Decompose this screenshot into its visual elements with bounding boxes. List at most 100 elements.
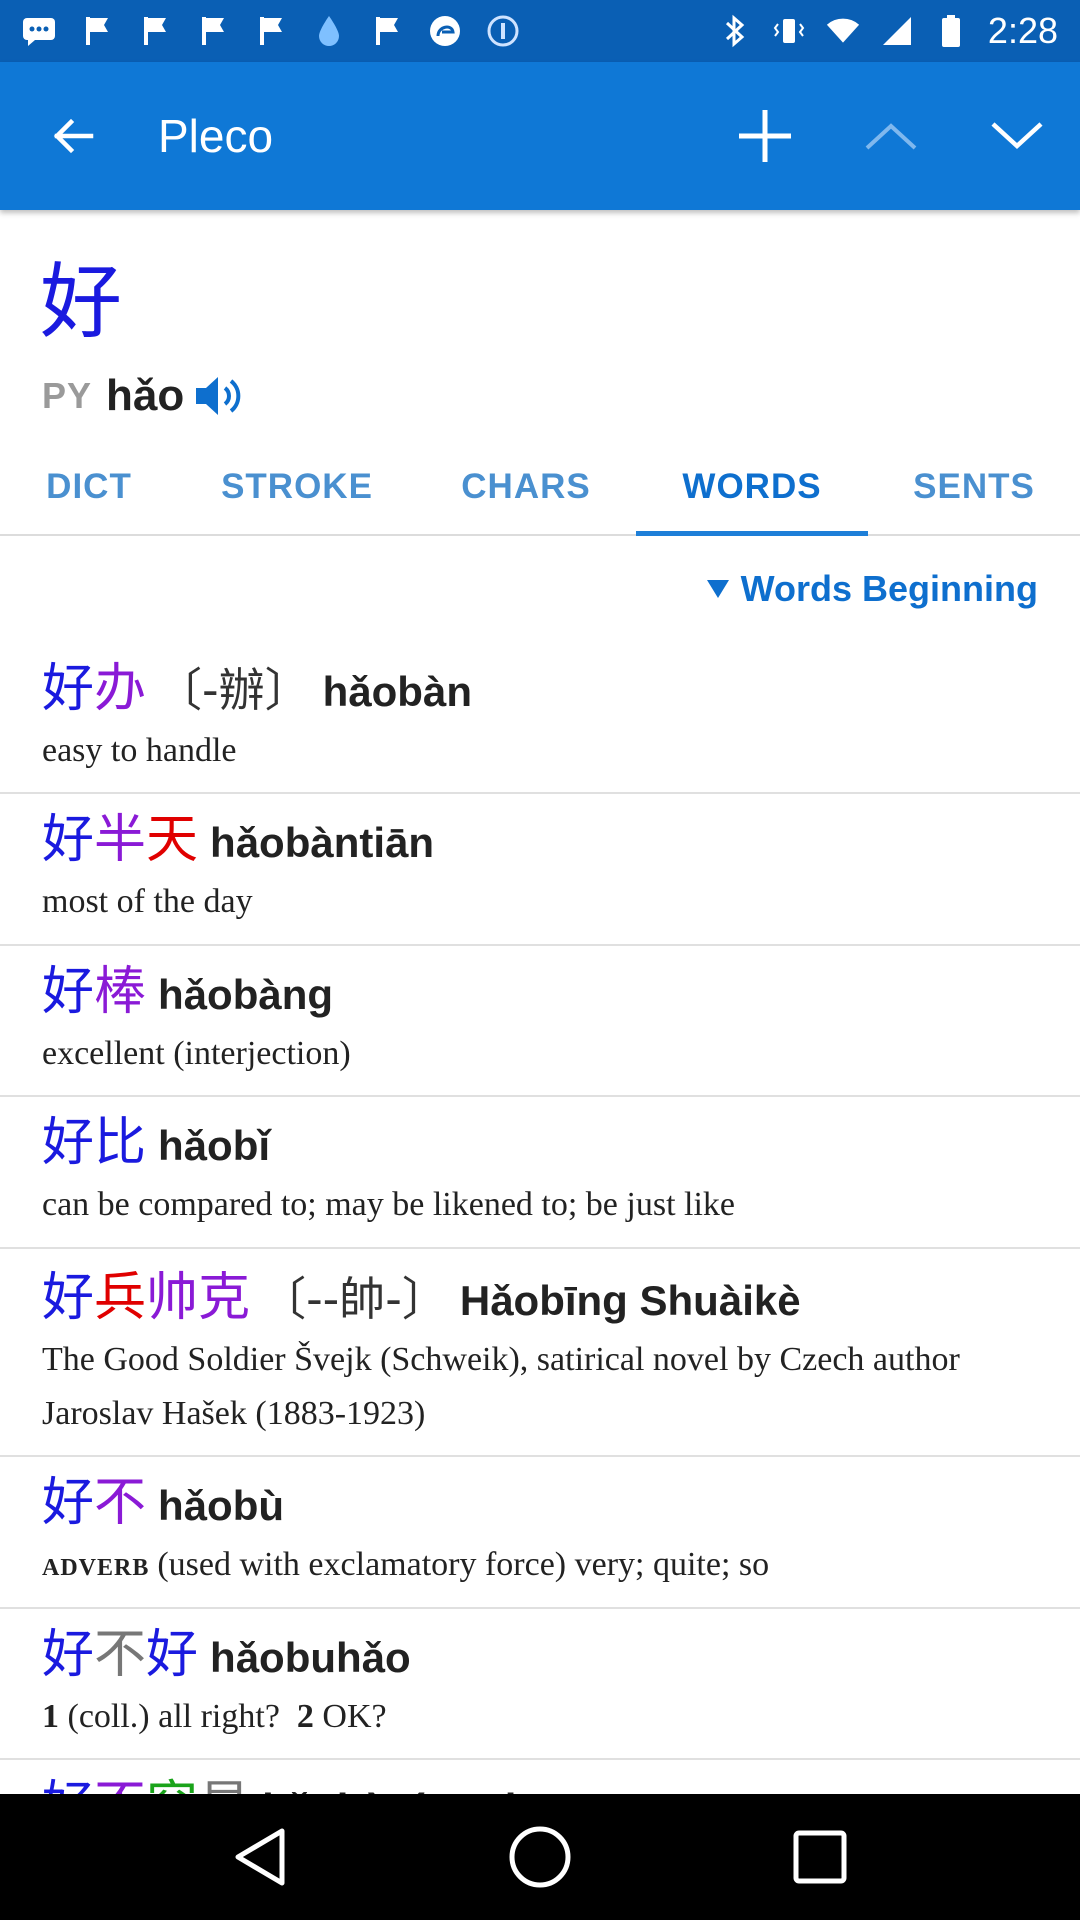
- hanzi-char: 兵: [94, 1267, 147, 1328]
- drop-icon: [312, 14, 346, 48]
- app-title: Pleco: [158, 110, 274, 162]
- hanzi-char: 好: [42, 1113, 95, 1174]
- word-entry-head: 好不容易 hǎobùróngyi: [42, 1774, 1038, 1794]
- part-of-speech: adverb: [42, 1546, 150, 1584]
- definition-text: most of the day: [42, 883, 253, 921]
- filter-label: Words Beginning: [740, 568, 1038, 609]
- hanzi-char: 天: [146, 810, 199, 871]
- word-definition: 1 (coll.) all right? 2 OK?: [42, 1690, 1038, 1744]
- hanzi-char: 好: [42, 1267, 95, 1328]
- hanzi-char: 好: [42, 1473, 95, 1534]
- hanzi-char: 比: [94, 1113, 147, 1174]
- status-icons-left: [22, 14, 520, 48]
- word-entry[interactable]: 好办 〔-辦〕 hǎobàn easy to handle: [0, 640, 1080, 795]
- word-pinyin: hǎobùróngyi: [262, 1785, 516, 1794]
- word-entry-head: 好兵帅克 〔--帥-〕 Hǎobīng Shuàikè: [42, 1263, 1038, 1331]
- flag-icon: [80, 14, 114, 48]
- previous-button[interactable]: [828, 62, 954, 210]
- word-pinyin: hǎobàntiān: [210, 819, 435, 867]
- nav-recents-button[interactable]: [760, 1797, 880, 1917]
- definition-text: easy to handle: [42, 732, 237, 769]
- word-entry[interactable]: 好不容易 hǎobùróngyi: [0, 1760, 1080, 1794]
- word-hanzi: 好比: [42, 1111, 146, 1176]
- wifi-icon: [826, 14, 860, 48]
- hanzi-char: 棒: [94, 961, 147, 1022]
- word-entry[interactable]: 好半天 hǎobàntiān most of the day: [0, 794, 1080, 946]
- app-bar: Pleco: [0, 62, 1080, 210]
- word-entry-head: 好半天 hǎobàntiān: [42, 808, 1038, 873]
- word-pinyin: hǎobàng: [158, 970, 334, 1018]
- word-pinyin: Hǎobīng Shuàikè: [459, 1276, 801, 1324]
- word-definition: can be compared to; may be likened to; b…: [42, 1178, 1038, 1232]
- word-hanzi: 好不容易: [42, 1774, 250, 1794]
- headword[interactable]: 好: [40, 262, 122, 344]
- hanzi-char: 不: [94, 1473, 147, 1534]
- word-entry-head: 好不好 hǎobuhǎo: [42, 1623, 1038, 1688]
- plus-icon: [739, 110, 791, 162]
- status-bar: 2:28: [0, 0, 1080, 62]
- word-entry[interactable]: 好棒 hǎobàng excellent (interjection): [0, 946, 1080, 1098]
- pinyin-value: hǎo: [106, 371, 185, 420]
- definition-text: can be compared to; may be likened to; b…: [42, 1186, 735, 1224]
- hanzi-char: 帅: [146, 1267, 199, 1328]
- hanzi-char: 好: [42, 1624, 95, 1685]
- nav-home-button[interactable]: [480, 1797, 600, 1917]
- hanzi-char: 办: [94, 659, 147, 719]
- word-pinyin: hǎobǐ: [158, 1122, 271, 1170]
- word-entry[interactable]: 好不好 hǎobuhǎo 1 (coll.) all right? 2 OK?: [0, 1609, 1080, 1761]
- pinyin-row: PY hǎo: [42, 370, 246, 422]
- hanzi-char: 不: [94, 1624, 147, 1685]
- flag-icon: [254, 14, 288, 48]
- word-hanzi: 好不好: [42, 1623, 198, 1688]
- word-definition: excellent (interjection): [42, 1027, 1038, 1081]
- flag-icon: [196, 14, 230, 48]
- word-definition: The Good Soldier Švejk (Schweik), satiri…: [42, 1333, 1038, 1442]
- word-entry[interactable]: 好比 hǎobǐ can be compared to; may be likene…: [0, 1097, 1080, 1249]
- hanzi-char: 好: [42, 810, 95, 871]
- hanzi-char: 好: [42, 659, 95, 719]
- tab-chars[interactable]: CHARS: [416, 440, 636, 534]
- triangle-down-icon: [706, 580, 729, 598]
- nav-back-button[interactable]: [200, 1797, 320, 1917]
- sense-number: 1: [42, 1697, 59, 1735]
- word-pinyin: hǎobàn: [322, 668, 472, 715]
- system-nav-bar: [0, 1794, 1080, 1920]
- battery-icon: [934, 14, 968, 48]
- bluetooth-icon: [718, 14, 752, 48]
- speaker-icon: [196, 377, 241, 415]
- tab-stroke[interactable]: STROKE: [178, 440, 416, 534]
- word-entry-head: 好办 〔-辦〕 hǎobàn: [42, 654, 1038, 722]
- words-filter-dropdown[interactable]: Words Beginning: [706, 568, 1038, 610]
- word-hanzi: 好不: [42, 1471, 146, 1536]
- word-definition: adverb (used with exclamatory force) very…: [42, 1538, 1038, 1592]
- tab-bar: DICT STROKE CHARS WORDS SENTS: [0, 440, 1080, 536]
- traditional-variant: 〔--帥-〕: [260, 1271, 448, 1326]
- word-entry-head: 好比 hǎobǐ: [42, 1111, 1038, 1176]
- pinyin-tag: PY: [42, 375, 93, 416]
- flag-icon: [370, 14, 404, 48]
- chevron-down-icon: [991, 122, 1043, 150]
- status-icons-right: 2:28: [718, 10, 1058, 52]
- edge-icon: [428, 14, 462, 48]
- definition-text: excellent (interjection): [42, 1034, 351, 1072]
- vibrate-icon: [772, 14, 806, 48]
- hanzi-char: 易: [198, 1776, 250, 1794]
- traditional-variant: 〔-辦〕: [156, 663, 311, 717]
- tab-dict[interactable]: DICT: [0, 440, 178, 534]
- arrow-left-icon: [53, 118, 94, 154]
- add-button[interactable]: [702, 62, 828, 210]
- next-button[interactable]: [954, 62, 1080, 210]
- word-entry[interactable]: 好不 hǎobù adverb (used with exclamatory forc…: [0, 1457, 1080, 1609]
- tab-words[interactable]: WORDS: [636, 440, 868, 536]
- word-pinyin: hǎobuhǎo: [210, 1633, 411, 1681]
- word-entry[interactable]: 好兵帅克 〔--帥-〕 Hǎobīng Shuàikè The Good Soldie…: [0, 1249, 1080, 1458]
- speaker-button[interactable]: [194, 370, 246, 422]
- word-hanzi: 好兵帅克: [42, 1266, 250, 1331]
- back-button[interactable]: [0, 62, 146, 210]
- hanzi-char: 好: [42, 961, 95, 1022]
- square-recents-icon: [793, 1830, 847, 1884]
- tab-sents[interactable]: SENTS: [868, 440, 1080, 534]
- coin-icon: [486, 14, 520, 48]
- hanzi-char: 好: [146, 1624, 199, 1685]
- definition-text: The Good Soldier Švejk (Schweik), satiri…: [42, 1340, 960, 1432]
